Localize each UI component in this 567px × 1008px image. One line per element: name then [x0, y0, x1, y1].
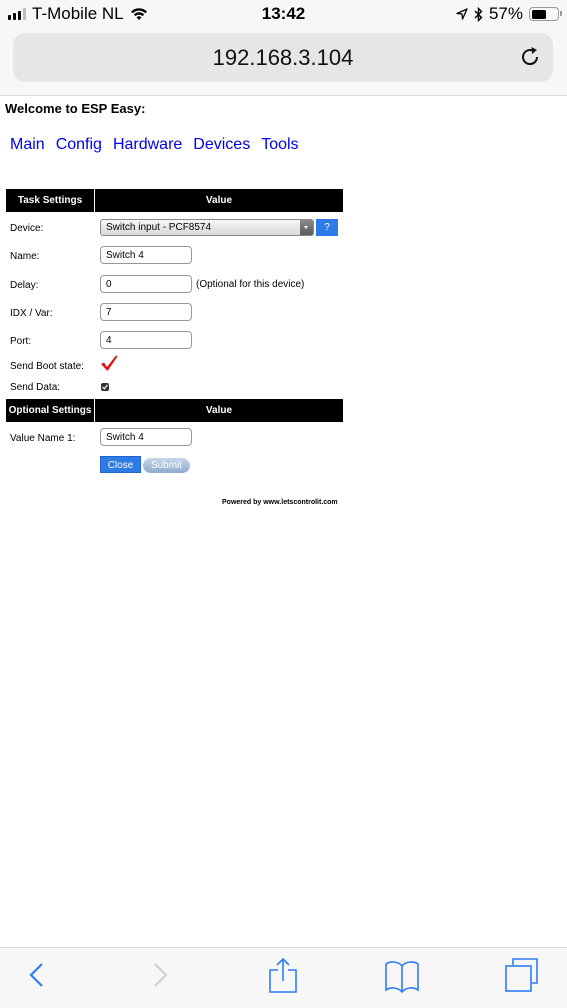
send-boot-state-label: Send Boot state: — [10, 361, 84, 372]
tabs-icon[interactable] — [504, 957, 540, 993]
idx-input[interactable] — [100, 303, 192, 321]
welcome-heading: Welcome to ESP Easy: — [5, 101, 146, 116]
task-settings-header: Task Settings Value — [6, 189, 343, 212]
help-button[interactable]: ? — [316, 219, 338, 236]
battery-percent: 57% — [488, 4, 523, 23]
delay-note: (Optional for this device) — [196, 279, 305, 290]
delay-label: Delay: — [10, 280, 39, 291]
nav-hardware[interactable]: Hardware — [113, 136, 182, 154]
optional-settings-header-value: Value — [95, 399, 343, 422]
back-icon[interactable] — [27, 960, 45, 990]
nav-config[interactable]: Config — [56, 136, 102, 154]
status-right: 57% — [456, 4, 562, 24]
nav-devices[interactable]: Devices — [193, 136, 250, 154]
address-bar[interactable]: 192.168.3.104 — [13, 33, 553, 82]
task-settings-header-value: Value — [95, 189, 343, 212]
main-nav: Main Config Hardware Devices Tools — [10, 136, 299, 154]
bookmarks-icon[interactable] — [384, 957, 420, 993]
nav-tools[interactable]: Tools — [261, 136, 298, 154]
nav-main[interactable]: Main — [10, 136, 45, 154]
browser-toolbar — [0, 947, 567, 1008]
forward-icon[interactable] — [152, 960, 170, 990]
delay-input[interactable] — [100, 275, 192, 293]
optional-settings-header-label: Optional Settings — [6, 399, 94, 422]
url-text[interactable]: 192.168.3.104 — [13, 45, 553, 71]
battery-icon — [529, 7, 562, 21]
close-button[interactable]: Close — [100, 456, 141, 473]
chevron-down-icon — [300, 220, 313, 235]
task-settings-header-label: Task Settings — [6, 189, 94, 212]
checkmark-icon — [101, 355, 118, 371]
powered-by-footer: Powered by www.letscontrolit.com — [222, 499, 338, 506]
device-select[interactable]: Switch input - PCF8574 — [100, 219, 314, 236]
device-select-value: Switch input - PCF8574 — [106, 222, 212, 233]
device-label: Device: — [10, 223, 44, 234]
value-name-1-input[interactable] — [100, 428, 192, 446]
port-label: Port: — [10, 336, 32, 347]
name-input[interactable] — [100, 246, 192, 264]
checkbox-check-icon — [102, 384, 108, 390]
send-boot-state-checkbox[interactable] — [100, 354, 118, 372]
share-icon[interactable] — [268, 957, 298, 993]
submit-button[interactable]: Submit — [143, 458, 190, 473]
idx-label: IDX / Var: — [10, 308, 53, 319]
status-bar: T-Mobile NL 13:42 57% — [0, 0, 567, 30]
send-data-checkbox[interactable] — [101, 383, 109, 391]
value-name-1-label: Value Name 1: — [10, 433, 76, 444]
battery-level — [531, 9, 546, 19]
bluetooth-icon — [474, 6, 483, 22]
optional-settings-header: Optional Settings Value — [6, 399, 343, 422]
location-icon — [456, 8, 468, 20]
port-input[interactable] — [100, 331, 192, 349]
name-label: Name: — [10, 251, 40, 262]
browser-chrome: T-Mobile NL 13:42 57% 192.168.3.104 — [0, 0, 567, 96]
send-data-label: Send Data: — [10, 382, 61, 393]
reload-icon[interactable] — [519, 45, 543, 69]
